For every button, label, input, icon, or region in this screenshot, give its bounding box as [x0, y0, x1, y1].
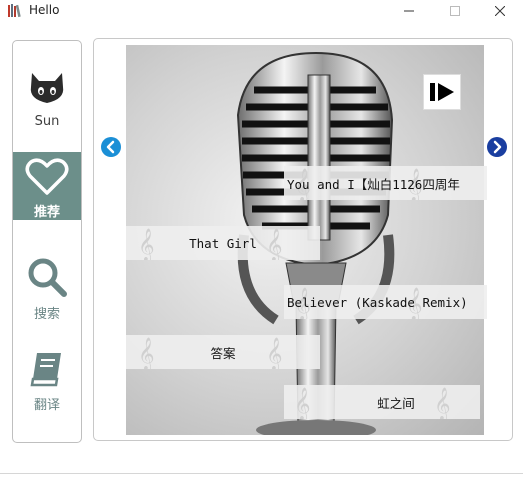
song-title: 虹之间 — [377, 395, 415, 411]
title-bar: Hello — [0, 0, 523, 22]
sidebar-item-label: Sun — [34, 114, 60, 129]
svg-text:𝄞: 𝄞 — [266, 228, 283, 260]
sidebar: Sun 推荐 搜索 翻译 — [12, 40, 82, 443]
window-bottom-border — [0, 473, 523, 474]
sidebar-item-recommend[interactable]: 推荐 — [13, 152, 81, 220]
minimize-button[interactable] — [386, 0, 432, 22]
sidebar-item-sun[interactable]: Sun — [13, 69, 81, 139]
song-title: That Girl — [189, 235, 257, 251]
song-item[interactable]: 𝄞 𝄞 Believer (Kaskade Remix) — [284, 285, 487, 319]
song-title: 答案 — [210, 345, 236, 361]
play-pause-icon — [430, 83, 454, 101]
search-icon — [13, 256, 81, 298]
sidebar-item-label: 翻译 — [33, 398, 60, 413]
song-item[interactable]: 𝄞 𝄞 答案 — [126, 335, 320, 369]
sidebar-item-translate[interactable]: 翻译 — [13, 349, 81, 419]
book-icon — [13, 349, 81, 389]
heart-icon — [13, 158, 81, 196]
close-button[interactable] — [477, 0, 523, 22]
sidebar-item-label: 推荐 — [33, 205, 60, 220]
window-title: Hello — [29, 3, 60, 17]
svg-text:𝄞: 𝄞 — [294, 387, 311, 419]
svg-text:𝄞: 𝄞 — [266, 337, 283, 369]
close-icon — [495, 6, 505, 16]
song-title: Believer (Kaskade Remix) — [287, 294, 468, 310]
maximize-icon — [450, 6, 460, 16]
svg-text:𝄞: 𝄞 — [434, 387, 451, 419]
song-item[interactable]: 𝄞 𝄞 You and I【灿白1126四周年 — [284, 166, 487, 200]
chevron-right-icon — [493, 140, 502, 154]
play-pause-button[interactable] — [423, 74, 461, 110]
minimize-icon — [404, 10, 414, 12]
sidebar-item-search[interactable]: 搜索 — [13, 256, 81, 326]
next-button[interactable] — [487, 137, 507, 157]
github-cat-icon — [13, 69, 81, 107]
maximize-button[interactable] — [432, 0, 478, 22]
previous-button[interactable] — [101, 137, 121, 157]
song-item[interactable]: 𝄞 𝄞 That Girl — [126, 226, 320, 260]
svg-text:𝄞: 𝄞 — [138, 337, 155, 369]
svg-text:𝄞: 𝄞 — [138, 228, 155, 260]
song-title: You and I【灿白1126四周年 — [287, 176, 460, 192]
app-books-icon — [8, 4, 21, 18]
song-item[interactable]: 𝄞 𝄞 虹之间 — [284, 385, 480, 419]
chevron-left-icon — [106, 140, 115, 154]
sidebar-item-label: 搜索 — [33, 307, 60, 322]
